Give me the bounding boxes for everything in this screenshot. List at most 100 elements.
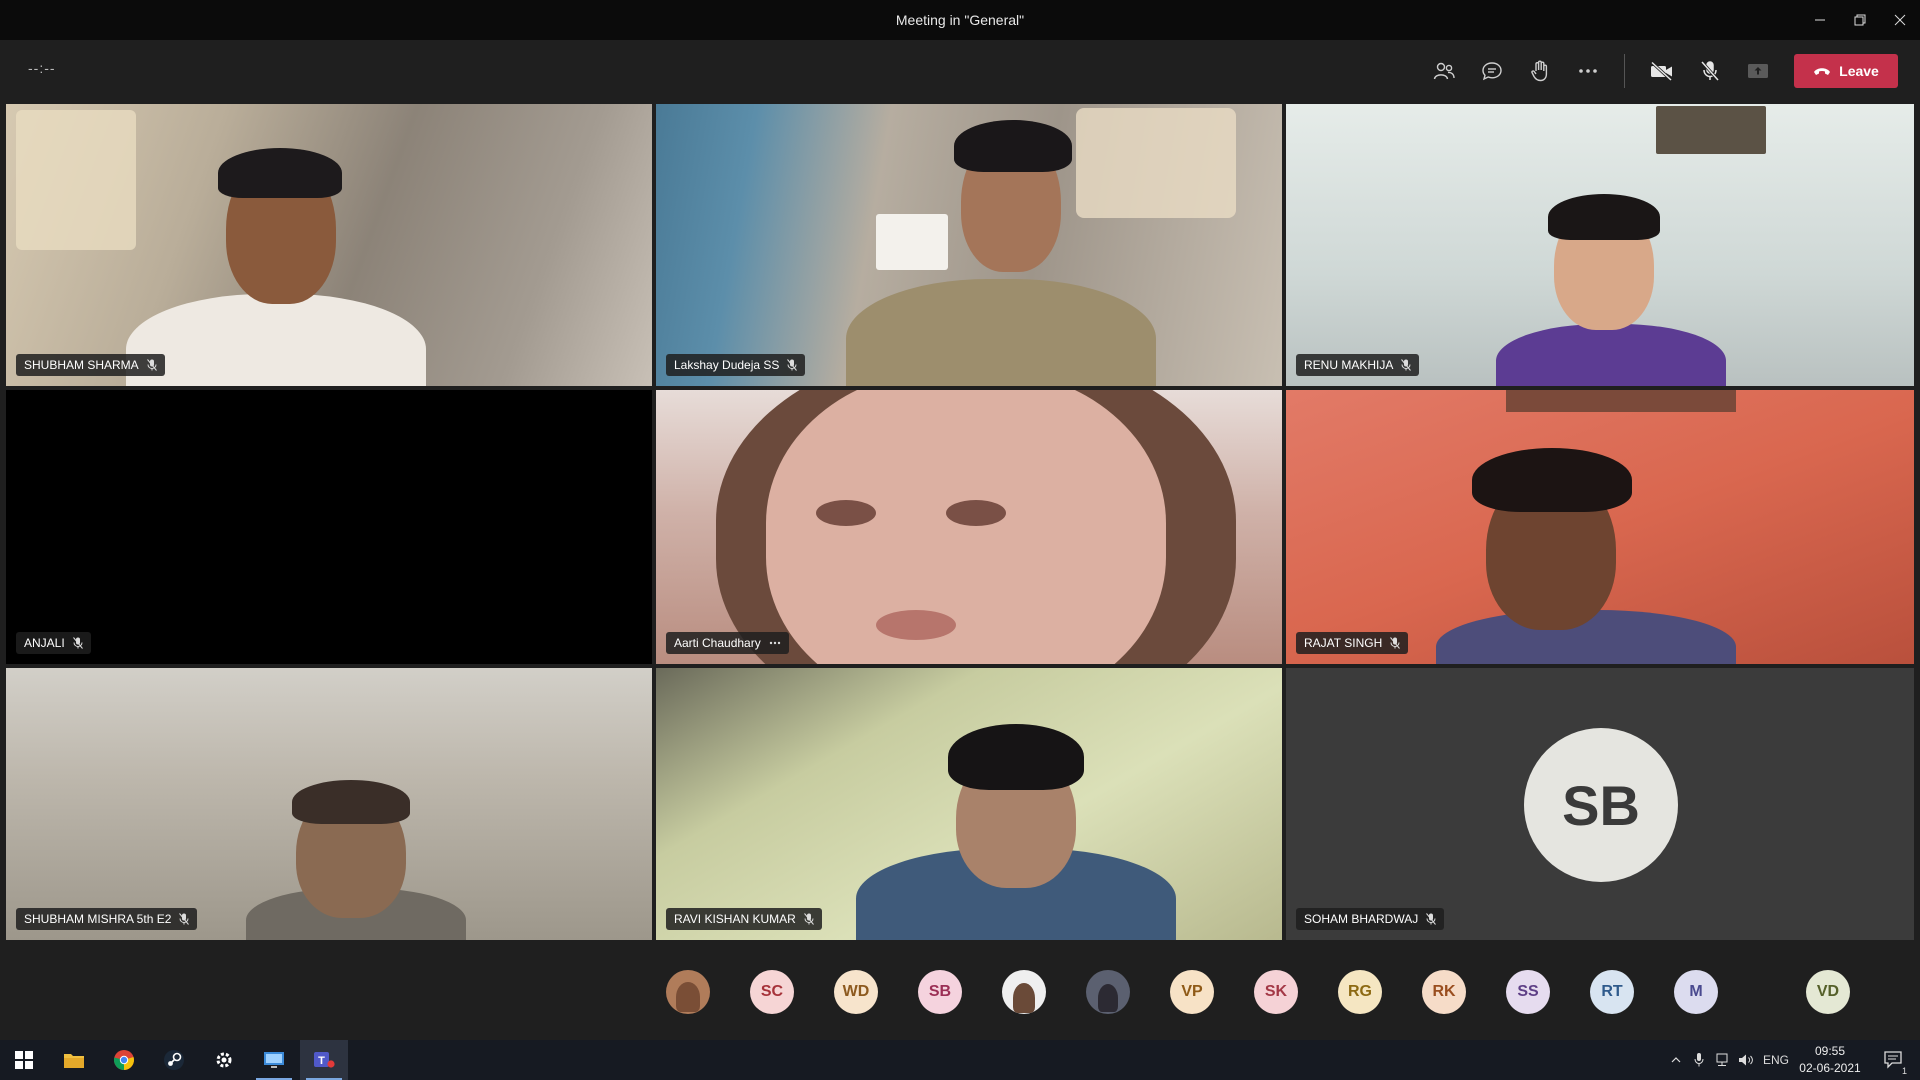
settings-icon[interactable] <box>200 1040 248 1080</box>
video-tile-soham-bhardwaj[interactable]: SB SOHAM BHARDWAJ <box>1286 668 1914 940</box>
share-screen-icon[interactable] <box>1742 55 1774 87</box>
attendee-avatar[interactable]: VP <box>1170 970 1214 1014</box>
attendee-initials: WD <box>842 983 870 1000</box>
participant-mouth <box>876 610 956 640</box>
window-titlebar: Meeting in "General" <box>0 0 1920 40</box>
participant-name: RENU MAKHIJA <box>1304 358 1394 372</box>
participant-figure <box>1496 324 1726 386</box>
notification-center-icon[interactable]: 1 <box>1874 1040 1914 1080</box>
taskbar-clock[interactable]: 09:55 02-06-2021 <box>1792 1043 1868 1077</box>
attendee-avatar[interactable]: SK <box>1254 970 1298 1014</box>
participant-hair <box>1472 448 1632 512</box>
attendee-avatar[interactable]: SS <box>1506 970 1550 1014</box>
attendee-initials: VD <box>1816 983 1840 1000</box>
video-tile-lakshay-dudeja[interactable]: Lakshay Dudeja SS <box>656 104 1282 386</box>
clock-time: 09:55 <box>1814 1044 1846 1058</box>
avatar-photo-figure <box>1013 983 1035 1013</box>
mic-muted-icon <box>1426 913 1437 925</box>
mic-muted-icon <box>146 359 157 371</box>
attendee-avatar-photo[interactable] <box>1002 970 1046 1014</box>
file-explorer-icon[interactable] <box>50 1040 98 1080</box>
microphone-tray-icon[interactable] <box>1688 1040 1710 1080</box>
attendee-avatar[interactable]: RK <box>1422 970 1466 1014</box>
participant-nametag: SHUBHAM MISHRA 5th E2 <box>16 908 198 930</box>
more-options-icon[interactable] <box>769 641 781 645</box>
attendee-initials: RT <box>1601 983 1623 1000</box>
participant-name: ANJALI <box>24 636 65 650</box>
window-title: Meeting in "General" <box>895 12 1025 28</box>
participant-nametag: SOHAM BHARDWAJ <box>1296 908 1445 930</box>
video-tile-aarti-chaudhary[interactable]: Aarti Chaudhary <box>656 390 1282 664</box>
participant-nametag: RAJAT SINGH <box>1296 632 1409 654</box>
chrome-icon[interactable] <box>100 1040 148 1080</box>
restore-icon[interactable] <box>1840 0 1880 40</box>
teams-icon[interactable]: T <box>300 1040 348 1080</box>
more-options-icon[interactable] <box>1572 55 1604 87</box>
participant-name: SOHAM BHARDWAJ <box>1304 912 1419 926</box>
attendee-initials: SC <box>760 983 784 1000</box>
meeting-timer: --:-- <box>28 60 56 76</box>
participant-name: RAVI KISHAN KUMAR <box>674 912 796 926</box>
steam-icon[interactable] <box>150 1040 198 1080</box>
mic-muted-icon <box>179 913 190 925</box>
participant-name: Aarti Chaudhary <box>674 636 761 650</box>
video-grid: SHUBHAM SHARMA Lakshay Dudeja SS RENU MA… <box>0 102 1920 942</box>
raise-hand-icon[interactable] <box>1524 55 1556 87</box>
video-tile-renu-makhija[interactable]: RENU MAKHIJA <box>1286 104 1914 386</box>
attendee-avatar[interactable]: RT <box>1590 970 1634 1014</box>
participant-avatar: SB <box>1524 728 1678 882</box>
video-tile-rajat-singh[interactable]: RAJAT SINGH <box>1286 390 1914 664</box>
participant-nametag: ANJALI <box>16 632 91 654</box>
attendee-initials: VP <box>1181 983 1203 1000</box>
start-icon[interactable] <box>0 1040 48 1080</box>
tray-overflow-icon[interactable] <box>1664 1040 1688 1080</box>
mic-muted-icon <box>1401 359 1412 371</box>
participant-eye-left <box>816 500 876 526</box>
svg-text:T: T <box>318 1055 325 1067</box>
video-tile-shubham-sharma[interactable]: SHUBHAM SHARMA <box>6 104 652 386</box>
attendee-initials: RK <box>1432 983 1456 1000</box>
close-icon[interactable] <box>1880 0 1920 40</box>
participant-nametag: RENU MAKHIJA <box>1296 354 1420 376</box>
attendee-avatar[interactable]: VD <box>1806 970 1850 1014</box>
participant-nametag: RAVI KISHAN KUMAR <box>666 908 822 930</box>
camera-off-icon[interactable] <box>1646 55 1678 87</box>
minimize-icon[interactable] <box>1800 0 1840 40</box>
toolbar-divider <box>1624 54 1625 88</box>
avatar-photo-figure <box>1098 984 1118 1012</box>
video-tile-anjali[interactable]: ANJALI <box>6 390 652 664</box>
attendee-avatar[interactable]: RG <box>1338 970 1382 1014</box>
remote-desktop-icon[interactable] <box>250 1040 298 1080</box>
attendee-avatar[interactable]: SB <box>918 970 962 1014</box>
participant-name: RAJAT SINGH <box>1304 636 1383 650</box>
attendee-avatar[interactable]: M <box>1674 970 1718 1014</box>
avatar-photo-figure <box>676 982 700 1012</box>
mic-muted-icon <box>787 359 798 371</box>
participant-name: Lakshay Dudeja SS <box>674 358 780 372</box>
attendee-avatar-photo[interactable] <box>666 970 710 1014</box>
chat-icon[interactable] <box>1476 55 1508 87</box>
window-controls <box>1800 0 1920 40</box>
leave-label: Leave <box>1839 63 1879 79</box>
wall-decoration <box>16 110 136 250</box>
language-indicator[interactable]: ENG <box>1758 1040 1794 1080</box>
participant-figure <box>846 279 1156 386</box>
participant-name: SHUBHAM SHARMA <box>24 358 139 372</box>
microphone-muted-icon[interactable] <box>1694 55 1726 87</box>
attendee-avatar[interactable]: SC <box>750 970 794 1014</box>
wall-decoration <box>1076 108 1236 218</box>
participants-icon[interactable] <box>1428 55 1460 87</box>
attendee-avatar[interactable]: WD <box>834 970 878 1014</box>
wall-frame <box>1656 106 1766 154</box>
volume-icon[interactable] <box>1734 1040 1758 1080</box>
participant-hair <box>1548 194 1660 240</box>
video-tile-shubham-mishra[interactable]: SHUBHAM MISHRA 5th E2 <box>6 668 652 940</box>
video-tile-ravi-kishan-kumar[interactable]: RAVI KISHAN KUMAR <box>656 668 1282 940</box>
leave-button[interactable]: Leave <box>1794 54 1898 88</box>
hang-up-icon <box>1814 68 1831 75</box>
network-icon[interactable] <box>1710 1040 1734 1080</box>
attendee-avatar-photo[interactable] <box>1086 970 1130 1014</box>
attendee-initials: SK <box>1264 983 1288 1000</box>
wall-switchboard <box>876 214 948 270</box>
windows-taskbar: T ENG 09:55 02-06-2021 1 <box>0 1040 1920 1080</box>
